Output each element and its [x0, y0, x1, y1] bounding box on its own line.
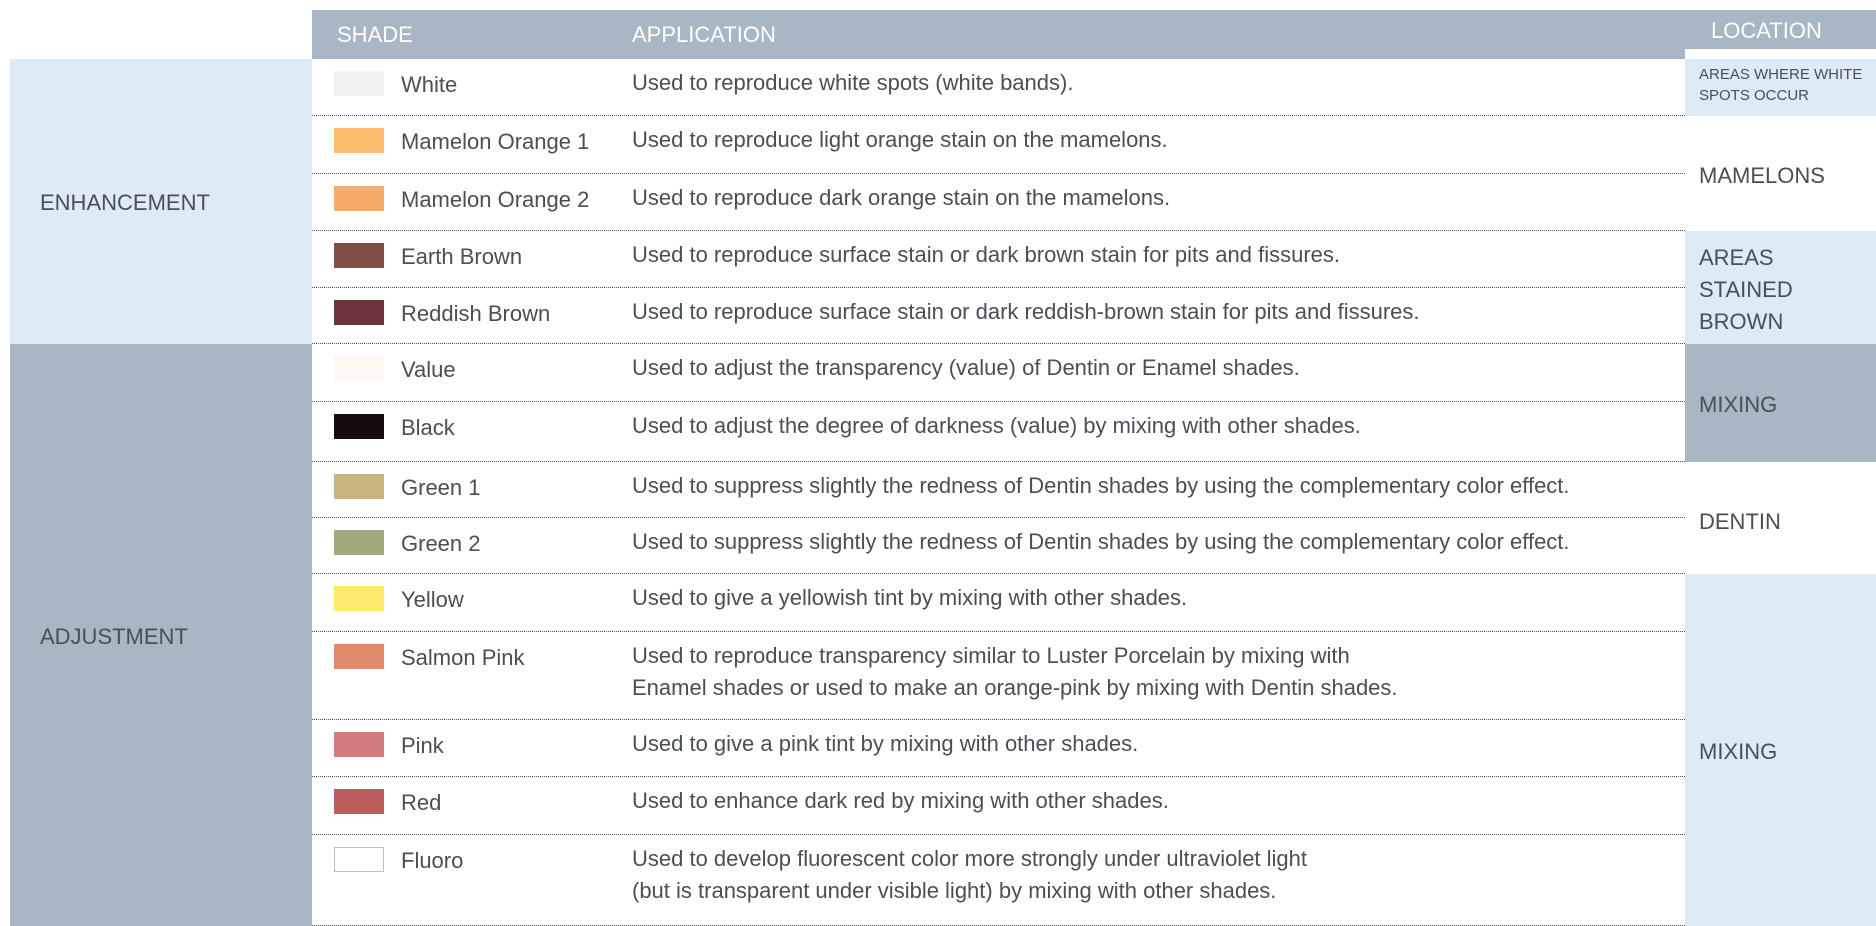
shade-application: Used to reproduce white spots (white ban…: [632, 67, 1073, 99]
shade-name: Salmon Pink: [401, 645, 525, 670]
shade-application: Used to enhance dark red by mixing with …: [632, 785, 1169, 817]
shade-swatch: [334, 128, 384, 153]
table-row: Value Used to adjust the transparency (va…: [312, 344, 1685, 402]
shade-swatch: [334, 530, 384, 555]
location-white-spots-line1: AREAS WHERE WHITE: [1699, 66, 1863, 83]
shade-swatch: [334, 474, 384, 499]
shade-name: Green 1: [401, 475, 481, 500]
application-line: Used to reproduce light orange stain on …: [632, 127, 1168, 152]
shade-application: Used to reproduce light orange stain on …: [632, 124, 1168, 156]
application-line: Used to adjust the transparency (value) …: [632, 355, 1300, 380]
group-enhancement-label: ENHANCEMENT: [40, 190, 210, 215]
table-row: Red Used to enhance dark red by mixing wi…: [312, 777, 1685, 835]
shade-application: Used to reproduce surface stain or dark …: [632, 239, 1340, 271]
shade-name: Green 2: [401, 531, 481, 556]
location-mamelons: MAMELONS: [1685, 116, 1876, 231]
location-stained-brown-line2: STAINED: [1699, 277, 1793, 302]
group-enhancement: ENHANCEMENT: [10, 59, 312, 344]
location-mixing-2: MIXING: [1685, 574, 1876, 926]
shade-name: Black: [401, 415, 455, 440]
shade-swatch: [334, 414, 384, 439]
location-mixing-1-label: MIXING: [1699, 392, 1778, 417]
application-line: Used to reproduce surface stain or dark …: [632, 242, 1341, 267]
shade-swatch: [334, 300, 384, 325]
application-line: Used to reproduce white spots (white ban…: [632, 70, 1074, 95]
header-shade: SHADE: [337, 22, 413, 47]
table-header: SHADE APPLICATION: [312, 10, 1685, 59]
shade-application: Used to reproduce dark orange stain on t…: [632, 182, 1170, 214]
group-adjustment: ADJUSTMENT: [10, 344, 312, 926]
location-stained-brown-line3: BROWN: [1699, 309, 1784, 334]
shade-swatch: [334, 243, 384, 268]
shade-application: Used to develop fluorescent color more s…: [632, 843, 1307, 907]
shade-name: Mamelon Orange 2: [401, 187, 590, 212]
shade-name: White: [401, 72, 458, 97]
application-line: Used to reproduce dark orange stain on t…: [632, 185, 1171, 210]
table-row: Mamelon Orange 1 Used to reproduce light …: [312, 116, 1685, 174]
application-line: Used to develop fluorescent color more s…: [632, 846, 1308, 871]
shade-swatch: [334, 71, 384, 96]
shade-application: Used to reproduce transparency similar t…: [632, 640, 1398, 704]
location-white-spots: AREAS WHERE WHITE SPOTS OCCUR: [1685, 59, 1876, 116]
group-adjustment-label: ADJUSTMENT: [40, 624, 188, 649]
table-row: Salmon Pink Used to reproduce transparenc…: [312, 632, 1685, 720]
shade-swatch: [334, 847, 384, 872]
shade-swatch: [334, 644, 384, 669]
table-row: Pink Used to give a pink tint by mixing w…: [312, 720, 1685, 777]
shade-name: Yellow: [401, 587, 464, 612]
application-line: Used to suppress slightly the redness of…: [632, 473, 1570, 498]
application-line: Used to suppress slightly the redness of…: [632, 529, 1570, 554]
application-line: Used to give a yellowish tint by mixing …: [632, 585, 1188, 610]
location-stained-brown: AREAS STAINED BROWN: [1685, 231, 1876, 344]
application-line: Used to adjust the degree of darkness (v…: [632, 413, 1361, 438]
shade-name: Fluoro: [401, 848, 464, 873]
shade-application: Used to adjust the degree of darkness (v…: [632, 410, 1361, 442]
shade-name: Red: [401, 790, 442, 815]
shade-application: Used to give a pink tint by mixing with …: [632, 728, 1138, 760]
shade-application: Used to suppress slightly the redness of…: [632, 470, 1570, 502]
location-dentin-label: DENTIN: [1699, 509, 1781, 534]
location-mamelons-label: MAMELONS: [1699, 163, 1825, 188]
table-row: White Used to reproduce white spots (whit…: [312, 59, 1685, 116]
shade-name: Reddish Brown: [401, 301, 551, 326]
location-mixing-2-label: MIXING: [1699, 739, 1778, 764]
table-row: Green 2 Used to suppress slightly the red…: [312, 518, 1685, 574]
shade-swatch: [334, 789, 384, 814]
shade-name: Pink: [401, 733, 444, 758]
location-dentin: DENTIN: [1685, 462, 1876, 574]
location-white-spots-line2: SPOTS OCCUR: [1699, 87, 1810, 104]
shade-swatch: [334, 186, 384, 211]
table-row: Green 1 Used to suppress slightly the red…: [312, 462, 1685, 518]
shade-name: Value: [401, 357, 456, 382]
location-stained-brown-line1: AREAS: [1699, 245, 1774, 270]
shade-name: Mamelon Orange 1: [401, 129, 590, 154]
location-mixing-1: MIXING: [1685, 344, 1876, 462]
header-application: APPLICATION: [632, 22, 776, 47]
application-line: Used to enhance dark red by mixing with …: [632, 788, 1169, 813]
application-line: Used to reproduce surface stain or dark …: [632, 299, 1420, 324]
application-line: Used to reproduce transparency similar t…: [632, 643, 1350, 668]
shade-swatch: [334, 356, 384, 381]
table-row: Reddish Brown Used to reproduce surface s…: [312, 288, 1685, 344]
shade-swatch: [334, 586, 384, 611]
shade-name: Earth Brown: [401, 244, 523, 269]
shade-application: Used to reproduce surface stain or dark …: [632, 296, 1420, 328]
shade-application: Used to adjust the transparency (value) …: [632, 352, 1300, 384]
shade-swatch: [334, 732, 384, 757]
application-line: (but is transparent under visible light)…: [632, 878, 1277, 903]
table-row: Black Used to adjust the degree of darkne…: [312, 402, 1685, 462]
table-row: Fluoro Used to develop fluorescent color …: [312, 835, 1685, 926]
table-row: Mamelon Orange 2 Used to reproduce dark o…: [312, 174, 1685, 231]
shade-application: Used to give a yellowish tint by mixing …: [632, 582, 1187, 614]
application-line: Used to give a pink tint by mixing with …: [632, 731, 1139, 756]
header-location: LOCATION: [1711, 18, 1822, 43]
application-line: Enamel shades or used to make an orange-…: [632, 675, 1398, 700]
table-row: Earth Brown Used to reproduce surface sta…: [312, 231, 1685, 288]
shade-application: Used to suppress slightly the redness of…: [632, 526, 1570, 558]
table-row: Yellow Used to give a yellowish tint by m…: [312, 574, 1685, 632]
header-location-cell: LOCATION: [1685, 10, 1876, 49]
